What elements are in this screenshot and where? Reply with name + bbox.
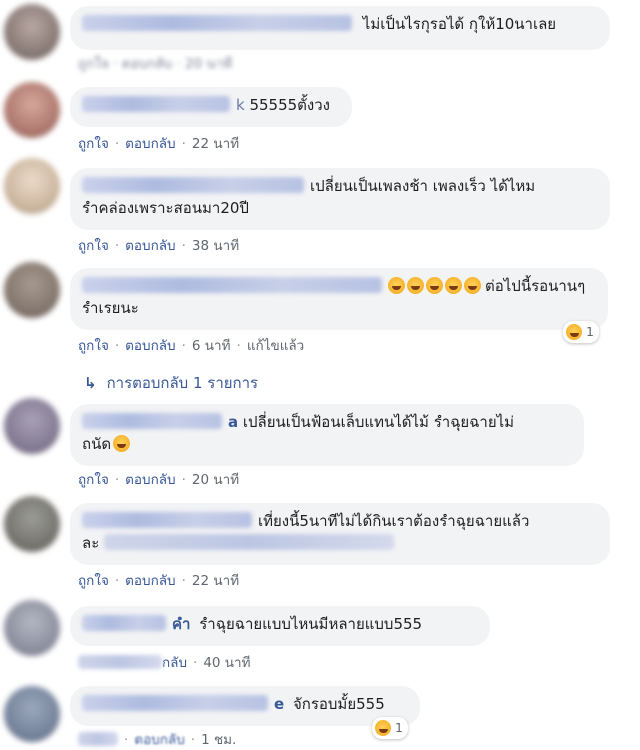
haha-reaction-icon <box>375 720 391 736</box>
comment-actions: กลับ · 40 นาที <box>78 651 251 673</box>
edited-label[interactable]: แก้ไขแล้ว <box>247 338 304 354</box>
avatar[interactable] <box>4 496 60 552</box>
reply-link[interactable]: ตอบกลับ <box>125 573 175 589</box>
comment-actions: ถูกใจ · ตอบกลับ · 22 นาที <box>78 136 240 152</box>
comment-text-line2: รำคล่องเพราะสอนมา20ปี <box>82 199 249 217</box>
commenter-name[interactable] <box>82 512 252 528</box>
comment-actions: ถูกใจ · ตอบกลับ · 6 นาที · แก้ไขแล้ว <box>78 338 305 354</box>
comment-actions: ถูกใจ · ตอบกลับ · 20 นาที <box>78 472 240 488</box>
timestamp[interactable]: 22 นาที <box>192 573 239 589</box>
laughing-emoji-icon <box>113 435 131 452</box>
avatar[interactable] <box>4 82 60 138</box>
view-replies-link[interactable]: ↳ การตอบกลับ 1 รายการ <box>84 371 258 395</box>
reaction-count: 1 <box>586 324 594 339</box>
comment-text-line2: ถนัด <box>82 435 112 453</box>
comment-text: ไม่เป็นไรกุรอได้ กุให้10นาเลย <box>362 15 557 33</box>
comment-text-line2: รำเรยนะ <box>82 299 139 317</box>
comment-text: เปลี่ยนเป็นเพลงช้า เพลงเร็ว ได้ไหม <box>310 177 536 195</box>
reply-link[interactable]: ตอบกลับ <box>125 338 175 354</box>
commenter-name[interactable] <box>82 277 382 293</box>
replies-label: การตอบกลับ 1 รายการ <box>106 374 259 392</box>
comment-text: จักรอบมั้ย555 <box>292 695 385 713</box>
commenter-name[interactable] <box>82 615 166 631</box>
reply-link[interactable]: ตอบกลับ <box>134 732 184 748</box>
comment-bubble: คำ รำฉุยฉายแบบไหนมีหลายแบบ555 <box>70 606 490 646</box>
commenter-name-tail: k <box>236 96 245 114</box>
comment-text-line2: ละ <box>82 534 100 552</box>
actions-blurred: ถูกใจ · ตอบกลับ · 20 นาที <box>78 56 233 72</box>
commenter-name-tail: a <box>228 413 239 431</box>
timestamp[interactable]: 40 นาที <box>203 655 250 671</box>
comment-bubble: ไม่เป็นไรกุรอได้ กุให้10นาเลย <box>70 6 610 50</box>
reply-link[interactable]: ตอบกลับ <box>125 472 175 488</box>
laughing-emoji-icon <box>407 277 424 294</box>
reply-link[interactable]: ตอบกลับ <box>125 136 175 152</box>
timestamp[interactable]: 38 นาที <box>192 238 239 254</box>
comment-actions: ถูกใจ · ตอบกลับ · 22 นาที <box>78 573 240 589</box>
laughing-emoji-icon <box>426 277 443 294</box>
commenter-name-tail: e <box>274 695 285 713</box>
timestamp[interactable]: 20 นาที <box>192 472 239 488</box>
comment-actions: ถูกใจ · ตอบกลับ · 38 นาที <box>78 238 240 254</box>
reaction-badge[interactable]: 1 <box>563 321 599 343</box>
timestamp[interactable]: 6 นาที <box>192 338 231 354</box>
blurred-actions <box>78 732 118 746</box>
comment-bubble: a เปลี่ยนเป็นฟ้อนเล็บแทนได้ไม้ รำฉุยฉายไ… <box>70 404 584 466</box>
like-link[interactable]: ถูกใจ <box>78 573 109 589</box>
avatar[interactable] <box>4 686 60 742</box>
comment-bubble: ต่อไปนี้รอนานๆ รำเรยนะ <box>70 268 608 330</box>
reply-link[interactable]: ตอบกลับ <box>125 238 175 254</box>
avatar[interactable] <box>4 4 60 60</box>
laughing-emoji-icon <box>464 277 481 294</box>
commenter-name[interactable] <box>82 177 304 193</box>
haha-reaction-icon <box>566 324 582 340</box>
commenter-name[interactable] <box>82 96 230 112</box>
avatar[interactable] <box>4 398 60 454</box>
reaction-count: 1 <box>395 720 403 735</box>
commenter-name[interactable] <box>82 695 268 711</box>
comment-bubble: k 55555ตั้งวง <box>70 87 352 127</box>
avatar[interactable] <box>4 600 60 656</box>
blurred-text <box>104 534 395 550</box>
comment-bubble: เปลี่ยนเป็นเพลงช้า เพลงเร็ว ได้ไหม รำคล่… <box>70 168 610 230</box>
comment-bubble: e จักรอบมั้ย555 <box>70 686 420 726</box>
comment-actions: · ตอบกลับ · 1 ชม. <box>78 728 236 750</box>
commenter-name[interactable] <box>82 413 222 429</box>
like-link[interactable]: ถูกใจ <box>78 472 109 488</box>
timestamp[interactable]: 1 ชม. <box>201 732 236 748</box>
comment-text: รำฉุยฉายแบบไหนมีหลายแบบ555 <box>199 615 423 633</box>
like-link[interactable]: ถูกใจ <box>78 238 109 254</box>
avatar[interactable] <box>4 262 60 318</box>
like-link[interactable]: ถูกใจ <box>78 136 109 152</box>
blurred-actions <box>78 655 162 669</box>
comment-text: เที่ยงนี้5นาทีไม่ได้กินเราต้องรำฉุยฉายแล… <box>258 512 530 530</box>
comment-text: เปลี่ยนเป็นฟ้อนเล็บแทนได้ไม้ รำฉุยฉายไม่ <box>242 413 515 431</box>
comment-text: 55555ตั้งวง <box>249 96 330 114</box>
like-link[interactable]: ถูกใจ <box>78 338 109 354</box>
commenter-name[interactable] <box>82 15 352 31</box>
comment-text: ต่อไปนี้รอนานๆ <box>485 277 586 295</box>
timestamp[interactable]: 22 นาที <box>192 136 239 152</box>
laughing-emoji-icon <box>445 277 462 294</box>
reply-link[interactable]: กลับ <box>162 655 187 671</box>
commenter-name-tail: คำ <box>172 615 191 633</box>
comment-bubble: เที่ยงนี้5นาทีไม่ได้กินเราต้องรำฉุยฉายแล… <box>70 503 610 565</box>
avatar[interactable] <box>4 158 60 214</box>
reply-arrow-icon: ↳ <box>84 374 97 392</box>
laughing-emoji-icon <box>388 277 405 294</box>
comment-actions: ถูกใจ · ตอบกลับ · 20 นาที <box>78 52 232 74</box>
reaction-badge[interactable]: 1 <box>372 717 408 739</box>
